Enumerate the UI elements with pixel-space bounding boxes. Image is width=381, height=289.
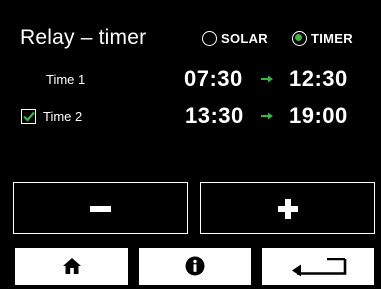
timer-2-label: Time 2 [43, 109, 83, 124]
timer-row-1: Time 1 07:30 12:30 [0, 64, 381, 94]
mode-timer-label: TIMER [311, 30, 353, 46]
timer-1-label: Time 1 [46, 72, 86, 87]
info-button[interactable] [139, 248, 251, 285]
decrease-button[interactable] [13, 182, 188, 234]
mode-solar-radio[interactable]: SOLAR [202, 29, 268, 47]
radio-selected-icon [292, 30, 307, 46]
timer-1-start-time[interactable]: 07:30 [184, 66, 243, 92]
arrow-right-icon [261, 75, 273, 83]
return-arrow-icon [292, 258, 347, 276]
timer-1-end-time[interactable]: 12:30 [289, 66, 348, 92]
timer-row-2: Time 2 13:30 19:00 [0, 101, 381, 131]
home-button[interactable] [15, 248, 128, 285]
info-icon [185, 256, 205, 276]
timer-2-checkbox[interactable] [21, 109, 36, 124]
relay-timer-screen: Relay – timer SOLAR TIMER Time 1 07:30 1… [0, 0, 381, 289]
mode-timer-radio[interactable]: TIMER [292, 29, 353, 47]
page-title: Relay – timer [20, 26, 147, 49]
home-icon [63, 258, 81, 274]
checkmark-icon [23, 111, 35, 122]
minus-icon [90, 206, 111, 212]
timer-2-end-time[interactable]: 19:00 [289, 103, 348, 129]
back-button[interactable] [262, 248, 374, 285]
radio-unselected-icon [202, 30, 217, 46]
increase-button[interactable] [200, 182, 375, 234]
timer-2-start-time[interactable]: 13:30 [185, 103, 244, 129]
arrow-right-icon [261, 112, 273, 120]
mode-solar-label: SOLAR [221, 30, 268, 46]
